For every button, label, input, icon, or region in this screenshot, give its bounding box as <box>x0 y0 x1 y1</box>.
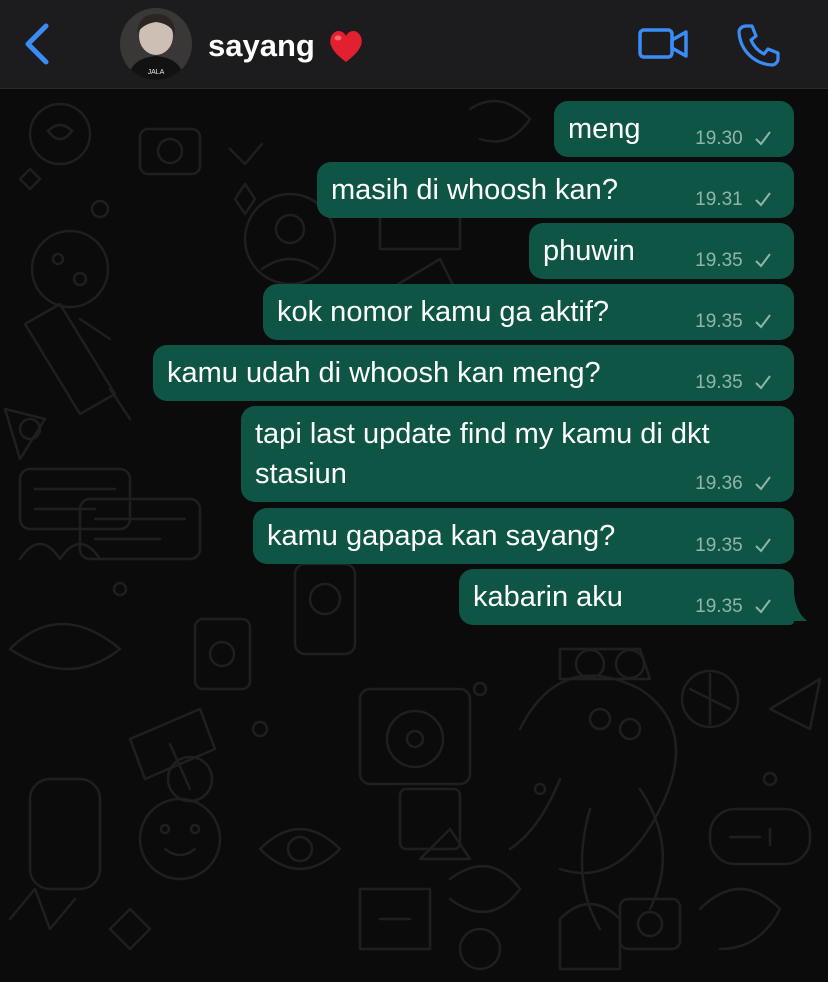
back-button[interactable] <box>18 22 58 66</box>
chat-header: JALA sayang <box>0 0 828 89</box>
check-icon <box>755 192 771 207</box>
message-time: 19.30 <box>695 128 743 149</box>
message-meta: 19.35 <box>695 249 772 273</box>
message-bubble[interactable]: phuwin 19.35 <box>529 223 794 279</box>
check-icon <box>755 538 771 553</box>
video-camera-icon <box>638 28 688 59</box>
message-meta: 19.31 <box>695 188 772 212</box>
message-time: 19.35 <box>695 596 743 617</box>
message-meta: 19.36 <box>695 472 772 496</box>
message-bubble[interactable]: kok nomor kamu ga aktif? 19.35 <box>263 284 794 340</box>
contact-name[interactable]: sayang <box>208 26 315 66</box>
check-icon <box>755 131 771 146</box>
chevron-left-icon <box>25 23 49 65</box>
avatar-caption: JALA <box>148 69 165 76</box>
check-icon <box>755 599 771 614</box>
message-bubble[interactable]: kamu gapapa kan sayang? 19.35 <box>253 508 794 564</box>
message-meta: 19.35 <box>695 371 772 395</box>
message-meta: 19.30 <box>695 127 772 151</box>
check-icon <box>755 253 771 268</box>
message-list: meng 19.30 masih di whoosh kan? 19.31 ph… <box>0 89 828 982</box>
voice-call-button[interactable] <box>736 22 782 68</box>
video-call-button[interactable] <box>636 24 692 64</box>
phone-icon <box>737 24 780 67</box>
check-icon <box>755 476 771 491</box>
message-time: 19.35 <box>695 311 743 332</box>
chat-area[interactable]: meng 19.30 masih di whoosh kan? 19.31 ph… <box>0 89 828 982</box>
message-text-line: tapi last update find my kamu di dkt <box>255 418 710 450</box>
message-bubble[interactable]: masih di whoosh kan? 19.31 <box>317 162 794 218</box>
message-meta: 19.35 <box>695 595 772 619</box>
message-bubble[interactable]: tapi last update find my kamu di dkt sta… <box>241 406 794 502</box>
message-bubble[interactable]: kamu udah di whoosh kan meng? 19.35 <box>153 345 794 401</box>
avatar[interactable]: JALA <box>120 8 192 80</box>
message-text: kamu udah di whoosh kan meng? <box>167 357 601 389</box>
message-time: 19.35 <box>695 535 743 556</box>
message-bubble[interactable]: meng 19.30 <box>554 101 794 157</box>
heart-icon <box>326 26 366 66</box>
message-bubble[interactable]: kabarin aku 19.35 <box>459 569 794 625</box>
message-time: 19.35 <box>695 250 743 271</box>
check-icon <box>755 375 771 390</box>
message-meta: 19.35 <box>695 534 772 558</box>
message-time: 19.35 <box>695 372 743 393</box>
message-time: 19.36 <box>695 473 743 494</box>
message-time: 19.31 <box>695 189 743 210</box>
message-meta: 19.35 <box>695 310 772 334</box>
chat-screen: JALA sayang meng 19.30 masih di whoosh k… <box>0 0 828 982</box>
bubble-tail <box>784 593 808 621</box>
check-icon <box>755 314 771 329</box>
